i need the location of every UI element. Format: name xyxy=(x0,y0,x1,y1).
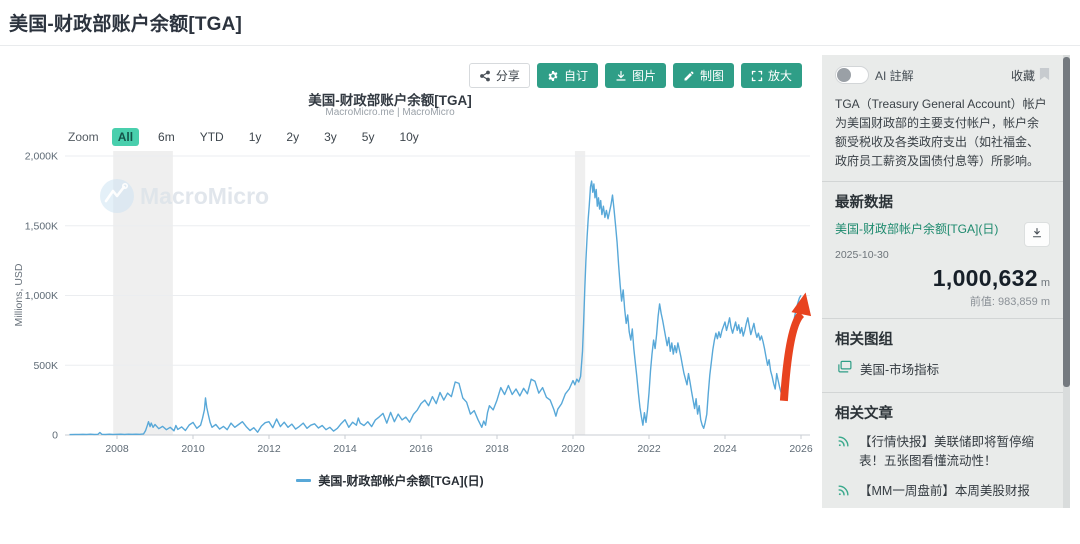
y-tick-label: 0 xyxy=(52,430,58,442)
sidebar-scrollbar-thumb[interactable] xyxy=(1063,57,1070,387)
image-button[interactable]: 图片 xyxy=(604,63,666,88)
y-tick-label: 2,000K xyxy=(25,151,58,163)
related-groups-heading: 相关图组 xyxy=(835,331,893,348)
trend-arrow-annotation xyxy=(779,292,812,402)
divider xyxy=(822,180,1063,182)
latest-value: 1,000,632 xyxy=(932,264,1038,291)
recession-band xyxy=(574,151,586,435)
series-line xyxy=(69,180,802,436)
y-tick-label: 1,000K xyxy=(25,290,58,302)
related-article-title: 【行情快报】美联储即将暂停缩表！五张图看懂流动性！ xyxy=(859,434,1035,468)
fullscreen-icon xyxy=(751,70,763,82)
download-icon xyxy=(1031,227,1043,242)
latest-series-link[interactable]: 美国-财政部帐户余额[TGA](日) xyxy=(835,222,998,238)
share-icon xyxy=(479,70,491,82)
enlarge-button-label: 放大 xyxy=(767,69,792,83)
image-button-label: 图片 xyxy=(631,69,656,83)
divider xyxy=(822,317,1063,319)
ai-annotation-toggle[interactable] xyxy=(835,66,869,84)
watermark-text: MacroMicro xyxy=(140,183,269,209)
previous-value-unit: m xyxy=(1040,295,1050,308)
gear-icon xyxy=(547,70,559,82)
download-data-button[interactable] xyxy=(1024,221,1050,247)
chart-group-icon xyxy=(837,360,852,377)
x-tick-label: 2008 xyxy=(105,443,129,455)
page-header: 美国-财政部账户余额[TGA] xyxy=(0,0,1080,46)
info-sidebar: AI 註解 收藏 TGA（Treasury General Account）帐户… xyxy=(822,55,1063,508)
x-tick-label: 2018 xyxy=(485,443,509,455)
favorite-label: 收藏 xyxy=(1010,68,1035,83)
customize-button-label: 自订 xyxy=(563,69,588,83)
related-articles-heading: 相关文章 xyxy=(835,405,893,422)
related-article-item[interactable]: 【行情快报】美联储即将暂停缩表！五张图看懂流动性！ xyxy=(837,433,1050,471)
chart-toolbar: 分享 自订 图片 制图 放大 xyxy=(468,63,802,88)
download-image-icon xyxy=(615,70,627,82)
arrow-shaft xyxy=(779,311,805,402)
toggle-knob xyxy=(837,68,851,82)
rss-icon xyxy=(837,484,850,501)
chart-plot[interactable]: MacroMicro 0 500K 1,000K 1,500K 2,000K 2008 20… xyxy=(0,103,820,523)
x-tick-label: 2022 xyxy=(637,443,661,455)
enlarge-button[interactable]: 放大 xyxy=(740,63,802,88)
x-tick-label: 2020 xyxy=(561,443,585,455)
related-group-label: 美国-市场指标 xyxy=(860,362,940,377)
x-tick-label: 2012 xyxy=(257,443,281,455)
x-tick-label: 2014 xyxy=(333,443,357,455)
customize-button[interactable]: 自订 xyxy=(536,63,598,88)
chart-card: 分享 自订 图片 制图 放大 美国-财政部账户余额[TGA] MacroMicr… xyxy=(0,47,822,544)
related-article-title: 【MM一周盘前】本周美股财报 xyxy=(859,484,1030,499)
favorite-button[interactable]: 收藏 xyxy=(1011,67,1050,84)
pencil-icon xyxy=(683,70,695,82)
latest-data-heading: 最新数据 xyxy=(835,194,893,211)
ai-annotation-label: AI 註解 xyxy=(875,68,914,83)
x-tick-label: 2016 xyxy=(409,443,433,455)
y-tick-label: 1,500K xyxy=(25,220,58,232)
latest-value-unit: m xyxy=(1040,276,1050,289)
x-tick-label: 2010 xyxy=(181,443,205,455)
previous-value-label: 前值: xyxy=(969,295,995,308)
related-article-item[interactable]: 【MM一周盘前】本周美股财报 xyxy=(837,482,1050,501)
chart-legend[interactable]: 美国-财政部帐户余额[TGA](日) xyxy=(0,472,780,489)
legend-line-swatch xyxy=(296,479,312,482)
macromicro-watermark: MacroMicro xyxy=(100,179,269,213)
latest-date: 2025-10-30 xyxy=(835,248,889,261)
y-tick-label: 500K xyxy=(33,360,58,372)
previous-value: 前值: 983,859 m xyxy=(835,293,1050,309)
x-tick-label: 2026 xyxy=(789,443,813,455)
previous-value-number: 983,859 xyxy=(998,295,1038,308)
draw-button[interactable]: 制图 xyxy=(672,63,734,88)
rss-icon xyxy=(837,435,850,471)
legend-label: 美国-财政部帐户余额[TGA](日) xyxy=(318,474,484,488)
share-button[interactable]: 分享 xyxy=(468,63,530,88)
bookmark-icon xyxy=(1039,67,1050,84)
share-button-label: 分享 xyxy=(495,69,520,83)
divider xyxy=(822,391,1063,393)
page-title: 美国-财政部账户余额[TGA] xyxy=(9,14,243,35)
x-tick-label: 2024 xyxy=(713,443,737,455)
draw-button-label: 制图 xyxy=(699,69,724,83)
related-group-item[interactable]: 美国-市场指标 xyxy=(837,359,1050,378)
indicator-description: TGA（Treasury General Account）帐户为美国财政部的主要… xyxy=(835,97,1047,168)
